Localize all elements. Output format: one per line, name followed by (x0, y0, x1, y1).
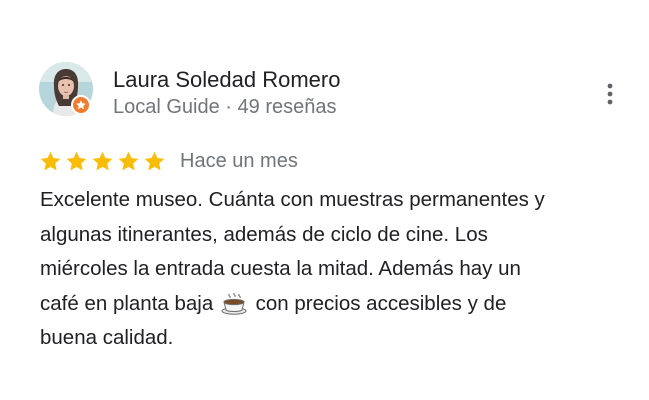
star-rating (39, 150, 166, 173)
review-text-segment: con precios accesibles y de (255, 291, 507, 315)
author-meta[interactable]: Local Guide · 49 reseñas (113, 94, 336, 120)
more-vertical-icon (607, 83, 613, 105)
avatar[interactable] (39, 62, 93, 116)
more-options-button[interactable] (592, 76, 628, 112)
rating-row: Hace un mes (39, 146, 298, 176)
local-guide-badge (71, 95, 91, 115)
review-text: Excelente museo. Cuánta con muestras per… (40, 183, 625, 356)
author-name[interactable]: Laura Soledad Romero (113, 66, 340, 94)
star-icon (40, 151, 61, 170)
review-card: Laura Soledad Romero Local Guide · 49 re… (0, 0, 649, 400)
star-icon (92, 151, 113, 170)
coffee-cup-icon (221, 292, 247, 315)
review-text-line: algunas itinerantes, además de ciclo de … (40, 222, 488, 246)
star-icon (66, 151, 87, 170)
star-icon (118, 151, 139, 170)
review-date: Hace un mes (180, 150, 298, 172)
star-icon (144, 151, 165, 170)
local-guide-star-icon (76, 100, 86, 110)
review-text-line: buena calidad. (40, 326, 174, 349)
review-text-line: café en planta baja con precios accesibl… (40, 287, 625, 322)
review-text-line: Excelente museo. Cuánta con muestras per… (40, 188, 545, 211)
review-text-segment: café en planta baja (40, 291, 214, 315)
review-text-line: miércoles la entrada cuesta la mitad. Ad… (40, 257, 521, 280)
